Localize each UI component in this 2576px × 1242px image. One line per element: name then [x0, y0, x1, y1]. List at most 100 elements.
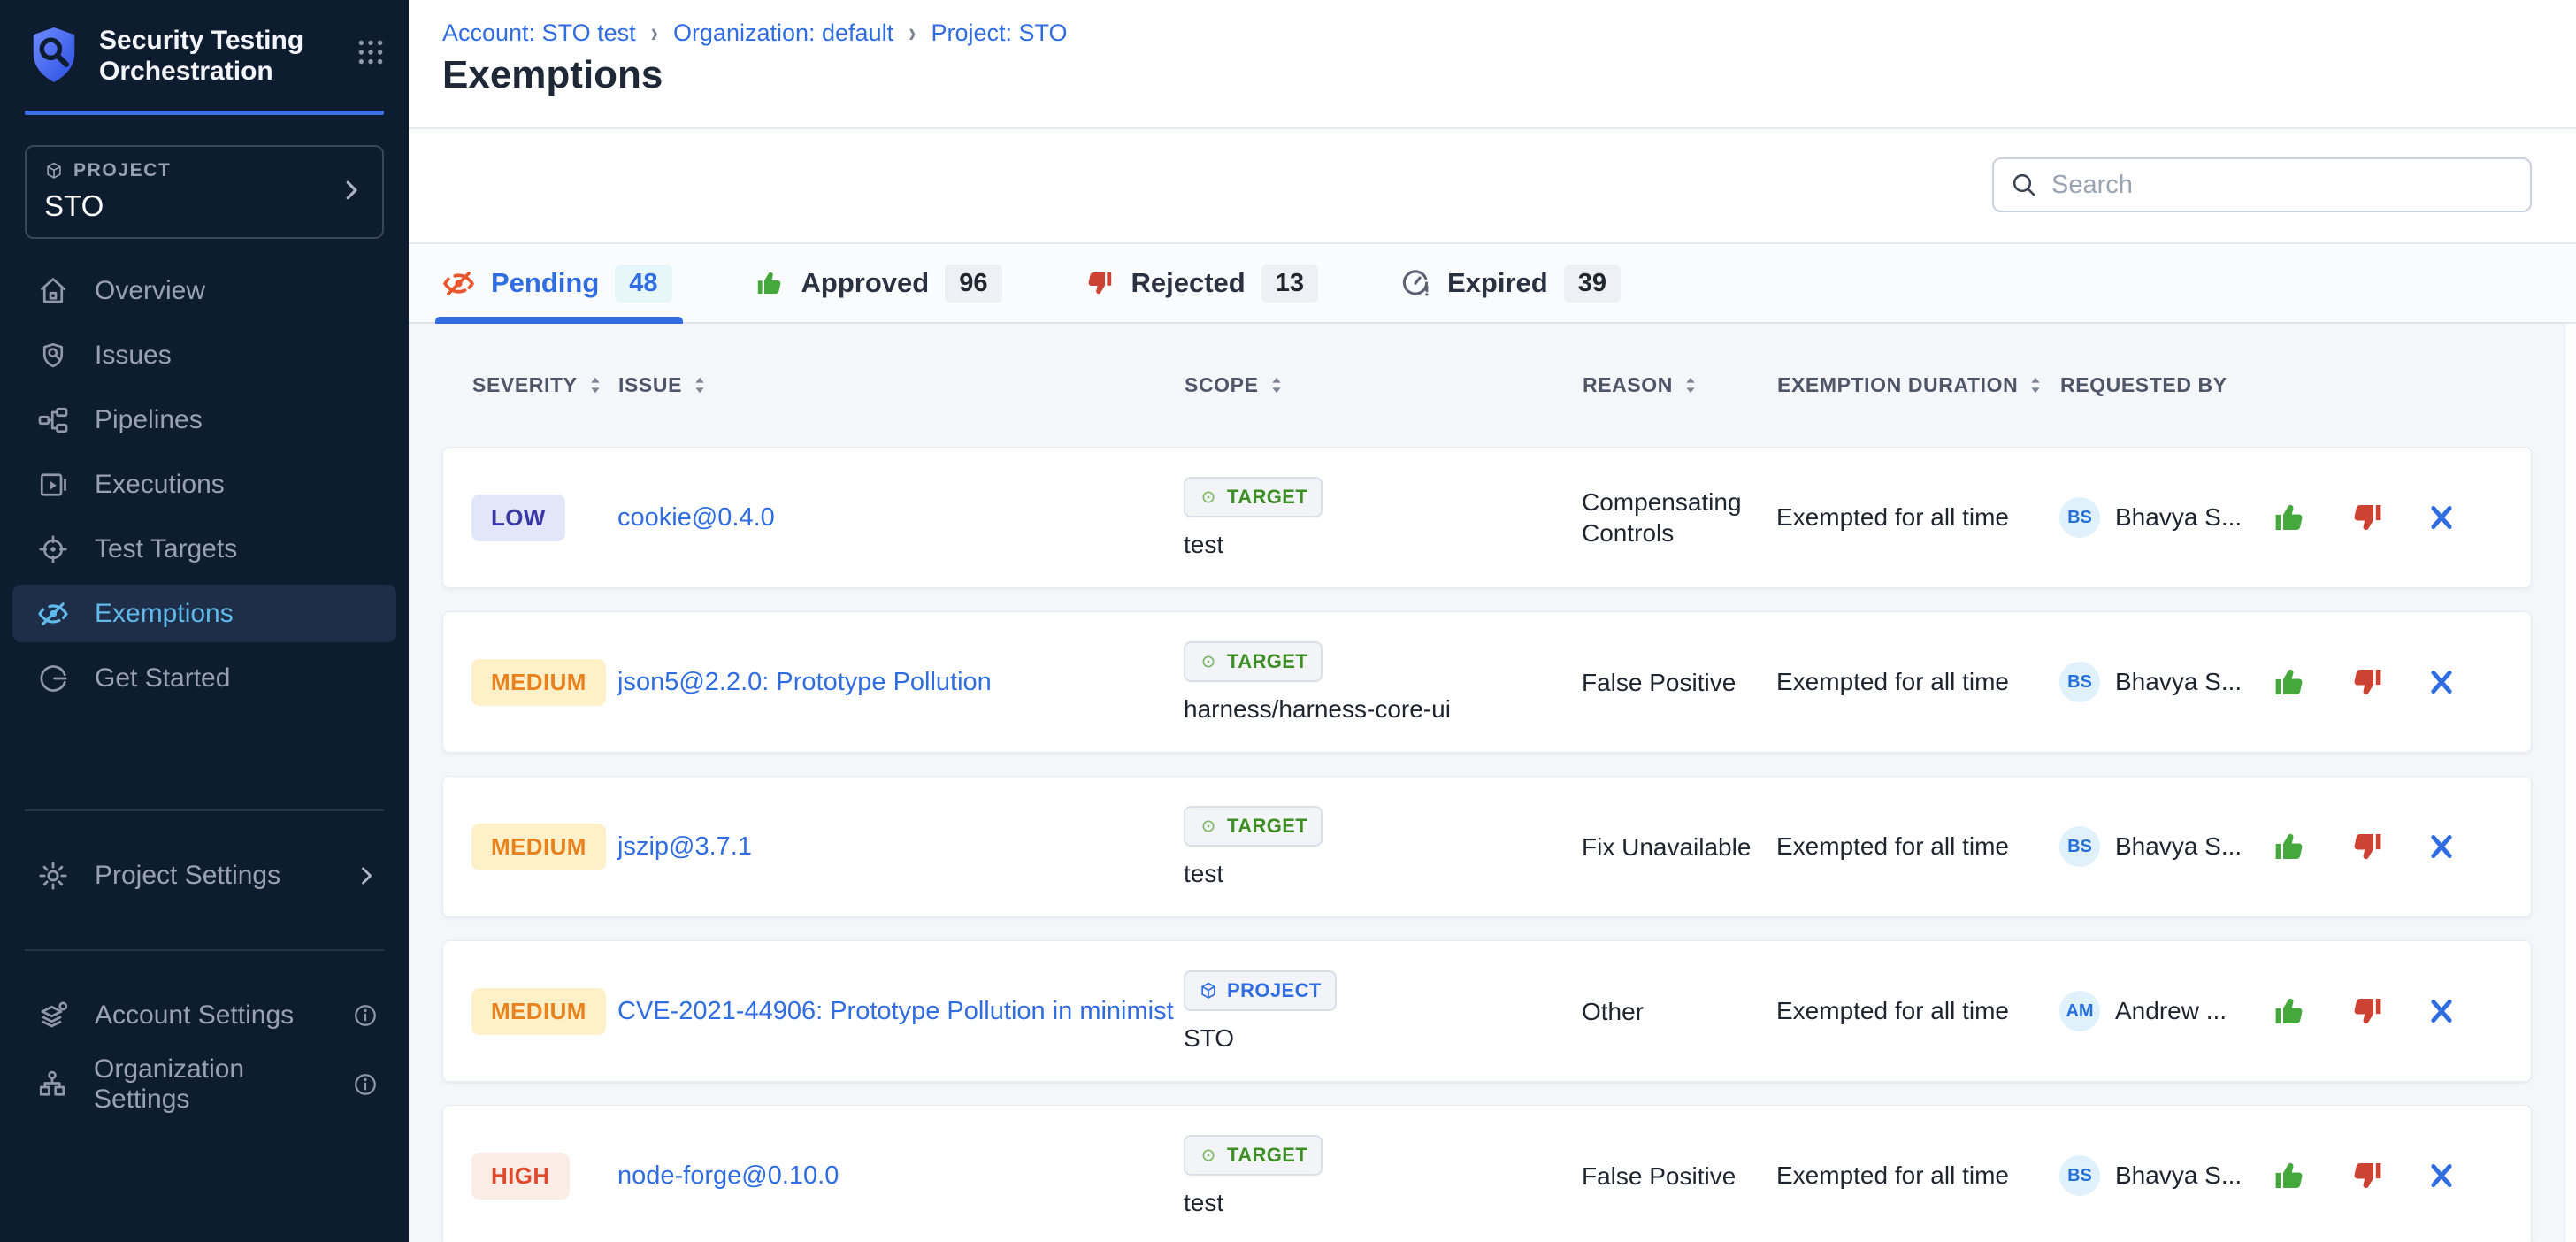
sidebar-item-project-settings[interactable]: Project Settings [0, 841, 409, 910]
column-header-exemption-duration[interactable]: EXEMPTION DURATION [1777, 373, 2060, 397]
sidebar-item-get-started[interactable]: Get Started [12, 649, 396, 707]
dismiss-button[interactable] [2426, 1161, 2457, 1191]
reject-button[interactable] [2349, 663, 2386, 701]
scope-name: STO [1184, 1024, 1234, 1053]
breadcrumb-account-link[interactable]: Account: STO test [442, 19, 636, 47]
avatar: BS [2059, 1155, 2100, 1196]
app-grid-icon[interactable] [356, 37, 386, 67]
sidebar-item-overview[interactable]: Overview [12, 262, 396, 319]
info-icon[interactable] [352, 1002, 379, 1029]
reject-button[interactable] [2349, 1157, 2386, 1194]
reject-button[interactable] [2349, 499, 2386, 536]
tab-count-badge: 96 [945, 264, 1001, 303]
target-scope-icon [1199, 816, 1218, 836]
reject-button[interactable] [2349, 828, 2386, 865]
sort-icon[interactable] [694, 376, 706, 395]
sidebar-item-label: Executions [95, 470, 225, 500]
table-row: HIGH node-forge@0.10.0 TARGET test False… [442, 1105, 2532, 1242]
sidebar-header: Security Testing Orchestration [0, 0, 409, 87]
header-divider [409, 127, 2576, 129]
issue-link[interactable]: CVE-2021-44906: Prototype Pollution in m… [617, 997, 1174, 1025]
sort-icon[interactable] [589, 376, 602, 395]
approve-button[interactable] [2271, 499, 2308, 536]
target-scope-icon [1199, 1146, 1218, 1165]
issue-link[interactable]: cookie@0.4.0 [617, 503, 775, 532]
scope-type-label: PROJECT [1227, 979, 1322, 1002]
scope-name: harness/harness-core-ui [1184, 695, 1451, 724]
approve-button[interactable] [2271, 663, 2308, 701]
table-body: LOW cookie@0.4.0 TARGET test Compensatin… [442, 447, 2532, 1242]
tab-count-badge: 13 [1261, 264, 1318, 303]
tab-label: Expired [1447, 267, 1548, 299]
search-input[interactable] [2051, 171, 2514, 200]
dismiss-button[interactable] [2426, 996, 2457, 1026]
sidebar-item-test-targets[interactable]: Test Targets [12, 520, 396, 578]
reason-text: False Positive [1582, 669, 1736, 696]
approve-button[interactable] [2271, 1157, 2308, 1194]
thumb-up-icon [754, 267, 786, 299]
scope-cell: TARGET harness/harness-core-ui [1184, 641, 1582, 724]
cube-icon [44, 161, 64, 180]
module-accent-bar [25, 111, 384, 115]
scope-badge: TARGET [1184, 477, 1322, 518]
reason-text: Fix Unavailable [1582, 833, 1751, 861]
issue-link[interactable]: json5@2.2.0: Prototype Pollution [617, 668, 992, 696]
shield-search-icon [36, 340, 69, 372]
row-actions [2267, 828, 2531, 865]
main-content: Account: STO test › Organization: defaul… [409, 0, 2576, 1242]
tab-expired[interactable]: Expired 39 [1399, 244, 1621, 322]
breadcrumb: Account: STO test › Organization: defaul… [442, 19, 1068, 47]
table-header-row: SEVERITY ISSUE SCOPE REASON [442, 324, 2532, 447]
sidebar-item-executions[interactable]: Executions [12, 456, 396, 513]
scope-name: test [1184, 1189, 1223, 1217]
sidebar-item-label: Project Settings [95, 861, 280, 891]
tab-rejected[interactable]: Rejected 13 [1084, 244, 1319, 322]
sidebar-item-exemptions[interactable]: Exemptions [12, 585, 396, 642]
breadcrumb-project-link[interactable]: Project: STO [931, 19, 1067, 47]
reject-button[interactable] [2349, 993, 2386, 1030]
search-icon [2010, 171, 2038, 199]
project-selector[interactable]: PROJECT STO [25, 145, 384, 239]
page-title: Exemptions [442, 53, 663, 97]
chevron-right-icon: › [651, 17, 658, 49]
search-box[interactable] [1992, 157, 2532, 212]
sort-icon[interactable] [1270, 376, 1283, 395]
avatar: BS [2059, 826, 2100, 867]
scope-cell: TARGET test [1184, 477, 1582, 559]
column-header-severity[interactable]: SEVERITY [472, 373, 618, 397]
sidebar-item-organization-settings[interactable]: Organization Settings [0, 1050, 409, 1119]
scrollbar[interactable] [2564, 324, 2576, 1242]
exemption-duration-text: Exempted for all time [1776, 997, 2009, 1024]
issue-link[interactable]: node-forge@0.10.0 [617, 1162, 839, 1190]
severity-badge: MEDIUM [472, 659, 606, 706]
sidebar-item-pipelines[interactable]: Pipelines [12, 391, 396, 448]
tab-approved[interactable]: Approved 96 [754, 244, 1002, 322]
column-header-reason[interactable]: REASON [1583, 373, 1777, 397]
clock-alert-icon [1399, 267, 1431, 299]
tab-count-badge: 48 [615, 264, 671, 303]
chevron-right-icon [354, 863, 379, 888]
approve-button[interactable] [2271, 828, 2308, 865]
sidebar-item-issues[interactable]: Issues [12, 326, 396, 384]
scope-cell: TARGET test [1184, 806, 1582, 888]
exemption-duration-text: Exempted for all time [1776, 1162, 2009, 1189]
sort-icon[interactable] [2029, 376, 2042, 395]
dismiss-button[interactable] [2426, 502, 2457, 533]
scope-badge: PROJECT [1184, 970, 1337, 1011]
breadcrumb-organization-link[interactable]: Organization: default [673, 19, 893, 47]
project-selector-value: STO [44, 189, 364, 223]
column-header-scope[interactable]: SCOPE [1184, 373, 1583, 397]
scope-cell: TARGET test [1184, 1135, 1582, 1217]
tab-pending[interactable]: Pending 48 [442, 244, 672, 322]
dismiss-button[interactable] [2426, 832, 2457, 862]
exemption-duration-text: Exempted for all time [1776, 832, 2009, 860]
column-header-issue[interactable]: ISSUE [618, 373, 1184, 397]
sort-icon[interactable] [1684, 376, 1697, 395]
approve-button[interactable] [2271, 993, 2308, 1030]
info-icon[interactable] [352, 1071, 379, 1098]
issue-link[interactable]: jszip@3.7.1 [617, 832, 752, 861]
sidebar-item-account-settings[interactable]: Account Settings [0, 981, 409, 1050]
dismiss-button[interactable] [2426, 667, 2457, 697]
avatar: BS [2059, 662, 2100, 702]
avatar: BS [2059, 497, 2100, 538]
